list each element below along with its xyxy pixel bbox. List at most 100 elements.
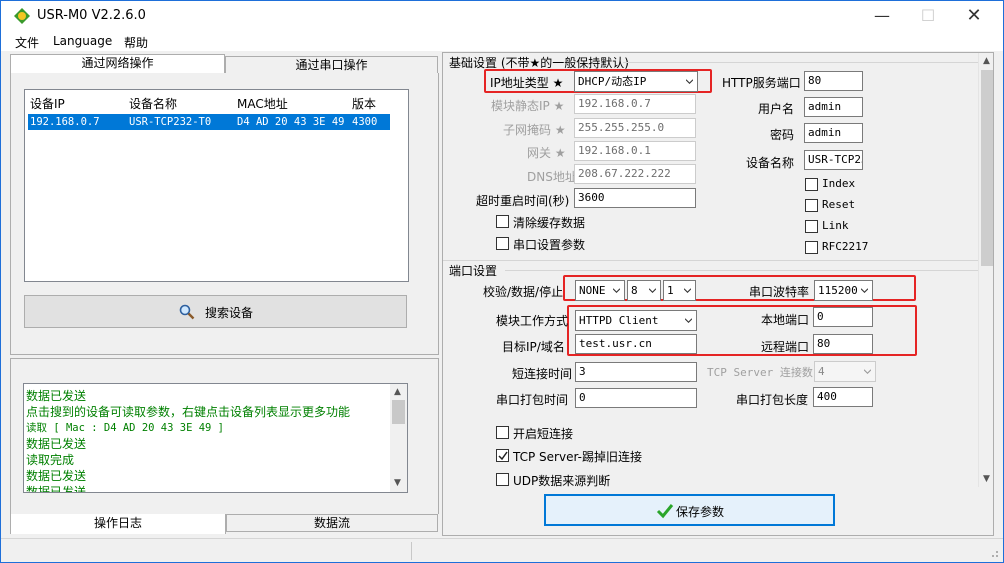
menu-file[interactable]: 文件 bbox=[15, 34, 39, 51]
udp-source-checkbox[interactable] bbox=[496, 473, 509, 486]
tab-network[interactable]: 通过网络操作 bbox=[10, 54, 225, 73]
log-line: 点击搜到的设备可读取参数，右键点击设备列表显示更多功能 bbox=[26, 405, 351, 419]
tab-data-stream[interactable]: 数据流 bbox=[226, 514, 438, 532]
cell-name: USR-TCP232-T0 bbox=[129, 116, 212, 128]
index-checkbox[interactable] bbox=[805, 178, 818, 191]
password-label: 密码 bbox=[770, 128, 795, 142]
table-row[interactable]: 192.168.0.7 USR-TCP232-T0 D4 AD 20 43 3E… bbox=[28, 114, 390, 130]
column-header-ip[interactable]: 设备IP bbox=[30, 95, 65, 112]
baud-select[interactable]: 115200 bbox=[814, 280, 873, 301]
scroll-up-icon[interactable]: ▲ bbox=[394, 387, 401, 397]
tcp-conn-value: 4 bbox=[818, 365, 825, 378]
http-port-label: HTTP服务端口 bbox=[722, 76, 801, 90]
device-name-label: 设备名称 bbox=[746, 156, 795, 170]
clear-cache-checkbox[interactable] bbox=[496, 215, 509, 228]
menu-bar: 文件 Language 帮助 bbox=[1, 31, 1003, 51]
device-list[interactable]: 设备IP 设备名称 MAC地址 版本 192.168.0.7 USR-TCP23… bbox=[24, 89, 409, 282]
scroll-down-icon[interactable]: ▼ bbox=[983, 474, 990, 484]
tcp-conn-select[interactable]: 4 bbox=[814, 361, 876, 382]
scrollbar-thumb[interactable] bbox=[392, 400, 405, 424]
column-header-version[interactable]: 版本 bbox=[352, 95, 376, 112]
serial-params-label: 串口设置参数 bbox=[513, 238, 586, 252]
ip-type-select[interactable]: DHCP/动态IP bbox=[574, 71, 698, 92]
window-title: USR-M0 V2.2.6.0 bbox=[37, 8, 146, 23]
enable-short-checkbox[interactable] bbox=[496, 426, 509, 439]
username-field[interactable]: admin bbox=[804, 97, 863, 117]
rfc2217-checkbox[interactable] bbox=[805, 241, 818, 254]
network-panel: 设备IP 设备名称 MAC地址 版本 192.168.0.7 USR-TCP23… bbox=[10, 73, 439, 355]
remote-port-field[interactable]: 80 bbox=[813, 334, 873, 354]
mode-select[interactable]: HTTPD Client bbox=[575, 310, 697, 331]
http-port-field[interactable]: 80 bbox=[804, 71, 863, 91]
title-bar: USR-M0 V2.2.6.0 — ☐ ✕ bbox=[1, 1, 1003, 31]
group-divider bbox=[505, 270, 978, 271]
target-label: 目标IP/域名 bbox=[502, 340, 565, 354]
section-divider bbox=[443, 260, 978, 261]
group-divider bbox=[623, 62, 978, 63]
search-button[interactable]: 搜索设备 bbox=[24, 295, 407, 328]
log-panel: 数据已发送 点击搜到的设备可读取参数，右键点击设备列表显示更多功能 读取 [ M… bbox=[10, 358, 439, 514]
tab-log[interactable]: 操作日志 bbox=[10, 514, 226, 534]
data-bits-select[interactable]: 8 bbox=[627, 280, 661, 301]
log-line: 数据已发送 bbox=[26, 389, 87, 403]
parity-value: NONE bbox=[579, 284, 606, 297]
log-content: 数据已发送 点击搜到的设备可读取参数，右键点击设备列表显示更多功能 读取 [ M… bbox=[26, 388, 386, 492]
minimize-button[interactable]: — bbox=[859, 1, 905, 31]
maximize-button[interactable]: ☐ bbox=[905, 1, 951, 31]
chevron-down-icon bbox=[649, 288, 656, 294]
log-line: 读取完成 bbox=[26, 453, 75, 467]
log-scrollbar[interactable]: ▲ ▼ bbox=[390, 384, 407, 492]
chevron-down-icon bbox=[861, 288, 868, 294]
local-port-field[interactable]: 0 bbox=[813, 307, 873, 327]
baud-value: 115200 bbox=[818, 284, 858, 297]
rfc2217-label: RFC2217 bbox=[822, 240, 869, 253]
parity-select[interactable]: NONE bbox=[575, 280, 625, 301]
stop-bits-select[interactable]: 1 bbox=[663, 280, 696, 301]
pack-len-field[interactable]: 400 bbox=[813, 387, 873, 407]
mask-field[interactable]: 255.255.255.0 bbox=[574, 118, 696, 138]
kick-old-checkbox[interactable] bbox=[496, 449, 509, 462]
chevron-down-icon bbox=[613, 288, 620, 294]
udp-source-label: UDP数据来源判断 bbox=[513, 474, 611, 488]
link-checkbox[interactable] bbox=[805, 220, 818, 233]
password-field[interactable]: admin bbox=[804, 123, 863, 143]
chevron-down-icon bbox=[864, 369, 871, 375]
dns-label: DNS地址 bbox=[527, 170, 577, 184]
check-icon bbox=[656, 504, 674, 519]
save-button[interactable]: 保存参数 bbox=[544, 494, 835, 526]
menu-help[interactable]: 帮助 bbox=[124, 34, 148, 51]
scrollbar-thumb[interactable] bbox=[981, 70, 993, 266]
gateway-label: 网关 ★ bbox=[527, 146, 566, 160]
close-button[interactable]: ✕ bbox=[951, 1, 997, 31]
dns-field[interactable]: 208.67.222.222 bbox=[574, 164, 696, 184]
settings-scrollbar[interactable]: ▲ ▼ bbox=[978, 53, 993, 487]
column-header-mac[interactable]: MAC地址 bbox=[237, 95, 288, 112]
device-name-field[interactable]: USR-TCP23 bbox=[804, 150, 863, 170]
column-header-name[interactable]: 设备名称 bbox=[129, 95, 177, 112]
enable-short-label: 开启短连接 bbox=[513, 427, 574, 441]
pack-time-field[interactable]: 0 bbox=[575, 388, 697, 408]
cell-mac: D4 AD 20 43 3E 49 bbox=[237, 116, 345, 128]
gateway-field[interactable]: 192.168.0.1 bbox=[574, 141, 696, 161]
static-ip-label: 模块静态IP ★ bbox=[491, 99, 565, 113]
mode-value: HTTPD Client bbox=[579, 314, 659, 327]
parity-label: 校验/数据/停止 bbox=[483, 285, 564, 299]
search-icon bbox=[179, 304, 195, 320]
log-textbox[interactable]: 数据已发送 点击搜到的设备可读取参数，右键点击设备列表显示更多功能 读取 [ M… bbox=[23, 383, 408, 493]
scroll-up-icon[interactable]: ▲ bbox=[983, 56, 990, 66]
menu-language[interactable]: Language bbox=[53, 34, 112, 48]
serial-params-checkbox[interactable] bbox=[496, 237, 509, 250]
app-window: USR-M0 V2.2.6.0 — ☐ ✕ 文件 Language 帮助 通过网… bbox=[0, 0, 1004, 563]
cell-ip: 192.168.0.7 bbox=[30, 116, 100, 128]
static-ip-field[interactable]: 192.168.0.7 bbox=[574, 94, 696, 114]
target-field[interactable]: test.usr.cn bbox=[575, 334, 697, 354]
reset-checkbox[interactable] bbox=[805, 199, 818, 212]
clear-cache-label: 清除缓存数据 bbox=[513, 216, 586, 230]
timeout-field[interactable]: 3600 bbox=[574, 188, 696, 208]
short-conn-field[interactable]: 3 bbox=[575, 362, 697, 382]
save-button-label: 保存参数 bbox=[676, 505, 725, 519]
link-label: Link bbox=[822, 219, 849, 232]
resize-grip-icon[interactable] bbox=[989, 547, 999, 557]
scroll-down-icon[interactable]: ▼ bbox=[394, 478, 401, 488]
log-line: 读取 [ Mac : D4 AD 20 43 3E 49 ] bbox=[26, 422, 225, 434]
